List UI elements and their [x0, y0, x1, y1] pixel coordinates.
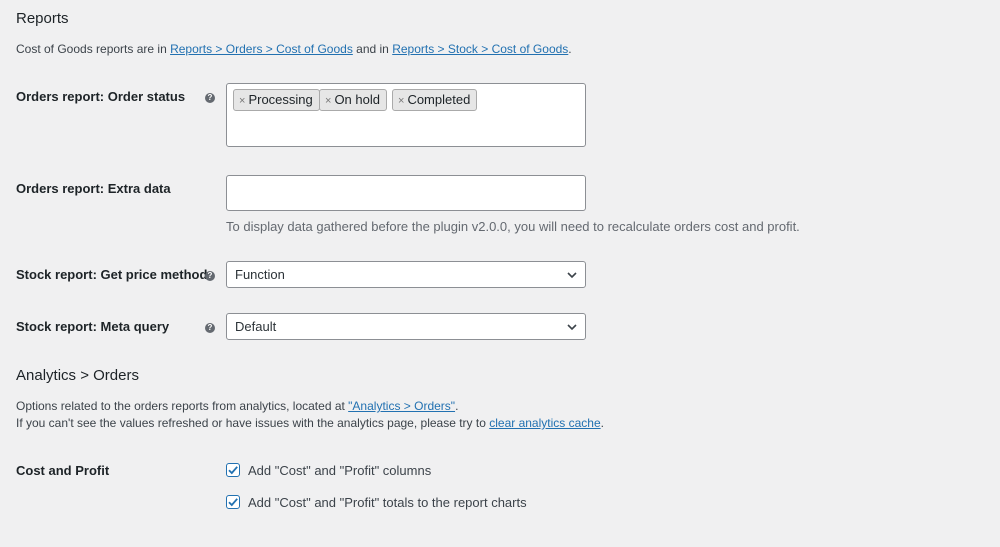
reports-desc-mid: and in [352, 42, 393, 56]
remove-tag-icon[interactable]: × [325, 95, 331, 107]
extra-data-help-text: To display data gathered before the plug… [226, 219, 800, 234]
chevron-down-icon [567, 272, 577, 279]
tag-label: Completed [407, 92, 471, 107]
section-title-analytics-orders: Analytics > Orders [16, 367, 139, 384]
question-circle-icon[interactable]: ? [205, 323, 215, 333]
checkmark-icon [228, 466, 238, 475]
tag-on-hold: × On hold [319, 89, 387, 111]
extra-data-label: Orders report: Extra data [16, 181, 171, 196]
order-status-label: Orders report: Order status [16, 89, 186, 104]
analytics-line1-prefix: Options related to the orders reports fr… [16, 399, 349, 413]
order-status-multiselect[interactable]: × Processing × On hold × Completed [226, 83, 586, 147]
tag-label: On hold [334, 92, 380, 107]
reports-desc-prefix: Cost of Goods reports are in [16, 42, 171, 56]
cost-profit-columns-label[interactable]: Add "Cost" and "Profit" columns [248, 463, 431, 478]
stock-meta-query-select[interactable]: Default [226, 313, 586, 340]
stock-meta-query-label: Stock report: Meta query [16, 319, 170, 334]
section-title-reports: Reports [16, 10, 69, 27]
tag-completed: × Completed [392, 89, 478, 111]
chevron-down-icon [567, 324, 577, 331]
question-circle-icon[interactable]: ? [205, 93, 215, 103]
cost-profit-totals-checkbox[interactable] [226, 495, 240, 509]
stock-price-method-select[interactable]: Function [226, 261, 586, 288]
link-stock-cost-of-goods[interactable]: Reports > Stock > Cost of Goods [392, 42, 568, 56]
stock-meta-query-value: Default [235, 319, 277, 334]
analytics-line2-suffix: . [600, 416, 604, 430]
cost-profit-label: Cost and Profit [16, 463, 110, 478]
checkmark-icon [228, 498, 238, 507]
analytics-line1-suffix: . [455, 399, 459, 413]
stock-price-method-value: Function [235, 267, 285, 282]
remove-tag-icon[interactable]: × [239, 95, 245, 107]
analytics-description-line2: If you can't see the values refreshed or… [16, 416, 604, 430]
link-analytics-orders[interactable]: "Analytics > Orders" [348, 399, 455, 413]
reports-desc-suffix: . [568, 42, 572, 56]
link-orders-cost-of-goods[interactable]: Reports > Orders > Cost of Goods [170, 42, 353, 56]
stock-price-method-label: Stock report: Get price method [16, 267, 208, 282]
remove-tag-icon[interactable]: × [398, 95, 404, 107]
cost-profit-columns-checkbox[interactable] [226, 463, 240, 477]
question-circle-icon[interactable]: ? [205, 271, 215, 281]
extra-data-multiselect[interactable] [226, 175, 586, 211]
reports-description: Cost of Goods reports are in Reports > O… [16, 42, 572, 56]
link-clear-analytics-cache[interactable]: clear analytics cache [489, 416, 600, 430]
analytics-description-line1: Options related to the orders reports fr… [16, 399, 458, 413]
tag-processing: × Processing [233, 89, 320, 111]
analytics-line2-prefix: If you can't see the values refreshed or… [16, 416, 490, 430]
tag-label: Processing [248, 92, 313, 107]
cost-profit-totals-label[interactable]: Add "Cost" and "Profit" totals to the re… [248, 495, 527, 510]
